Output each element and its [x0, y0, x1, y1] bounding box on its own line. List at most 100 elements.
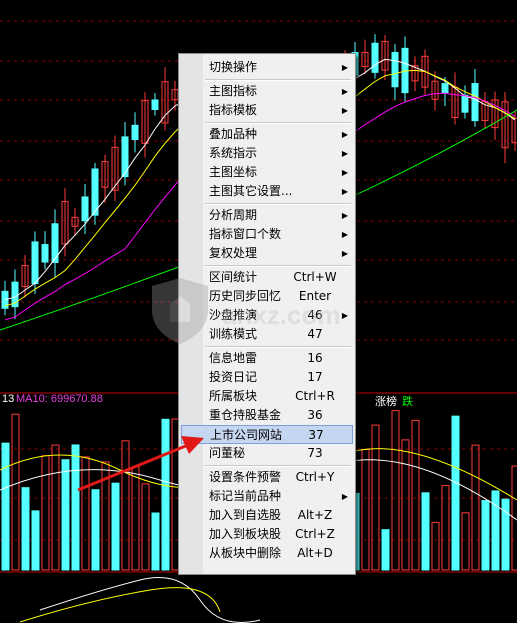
- menu-item[interactable]: 沙盘推演 46 ▶: [181, 306, 353, 325]
- menu-item[interactable]: 系统指示 ▶: [181, 144, 353, 163]
- menu-item-shortcut: Ctrl+R: [295, 389, 335, 403]
- menu-item[interactable]: 历史同步回忆 Enter: [181, 287, 353, 306]
- menu-item-shortcut: 73: [307, 446, 323, 460]
- rank-down-label: 跌: [402, 396, 413, 408]
- menu-item[interactable]: 指标模板 ▶: [181, 101, 353, 120]
- menu-item-label: 系统指示: [209, 146, 258, 160]
- volume-bar: [361, 449, 370, 571]
- menu-separator: [205, 122, 351, 124]
- menu-item[interactable]: 主图其它设置... ▶: [181, 182, 353, 201]
- indicator-lines: [19, 577, 261, 623]
- menu-item-label: 切换操作: [209, 60, 258, 74]
- menu-item[interactable]: 所属板块 Ctrl+R: [181, 387, 353, 406]
- menu-item[interactable]: 训练模式 47: [181, 325, 353, 344]
- submenu-arrow-icon: ▶: [341, 149, 348, 158]
- volume-bar: [471, 444, 480, 571]
- menu-item[interactable]: 复权处理 ▶: [181, 244, 353, 263]
- menu-item-shortcut: Ctrl+Y: [295, 470, 335, 484]
- menu-item[interactable]: 区间统计 Ctrl+W: [181, 268, 353, 287]
- menu-item[interactable]: 标记当前品种 ▶: [181, 487, 353, 506]
- submenu-arrow-icon: ▶: [341, 87, 348, 96]
- menu-item-label: 训练模式: [209, 327, 258, 341]
- menu-item-label: 指标窗口个数: [209, 227, 282, 241]
- candle-body: [471, 82, 479, 122]
- volume-bar: [141, 483, 150, 571]
- menu-item-shortcut: Alt+Z: [297, 508, 333, 522]
- menu-separator: [205, 79, 351, 81]
- menu-item-label: 区间统计: [209, 270, 258, 284]
- menu-item-shortcut: 47: [307, 327, 323, 341]
- menu-item-label: 信息地雷: [209, 351, 258, 365]
- volume-bar: [431, 521, 440, 571]
- volume-bar: [161, 418, 170, 571]
- menu-item-label: 所属板块: [209, 389, 258, 403]
- menu-item[interactable]: 从板块中删除 Alt+D: [181, 544, 353, 563]
- volume-bar: [61, 459, 70, 571]
- menu-separator: [205, 465, 351, 467]
- menu-item-shortcut: Ctrl+Z: [295, 527, 335, 541]
- menu-item-shortcut: 17: [307, 370, 323, 384]
- volume-bar: [91, 489, 100, 571]
- candle-body: [31, 241, 39, 284]
- menu-item[interactable]: 重仓持股基金 36: [181, 406, 353, 425]
- menu-item[interactable]: 主图指标 ▶: [181, 82, 353, 101]
- menu-item-label: 分析周期: [209, 208, 258, 222]
- menu-item[interactable]: 信息地雷 16: [181, 349, 353, 368]
- submenu-arrow-icon: ▶: [341, 492, 348, 501]
- menu-item-label: 标记当前品种: [209, 489, 282, 503]
- indicator-left-value: 13: [2, 393, 15, 405]
- volume-bar: [391, 410, 400, 571]
- volume-bar: [451, 415, 460, 571]
- menu-separator: [205, 265, 351, 267]
- candle-body: [151, 99, 159, 110]
- volume-bar: [131, 466, 140, 571]
- volume-bar: [21, 487, 30, 571]
- volume-bar: [151, 512, 160, 571]
- volume-bar: [411, 419, 420, 571]
- menu-item-label: 主图指标: [209, 84, 258, 98]
- indicator-line-2: [19, 587, 221, 623]
- menu-item[interactable]: 问董秘 73: [181, 444, 353, 463]
- menu-separator: [205, 346, 351, 348]
- submenu-arrow-icon: ▶: [341, 211, 348, 220]
- submenu-arrow-icon: ▶: [341, 230, 348, 239]
- menu-item-label: 加入到自选股: [209, 508, 282, 522]
- menu-item-shortcut: 36: [307, 408, 323, 422]
- menu-item[interactable]: 上市公司网站 37: [181, 425, 353, 444]
- submenu-arrow-icon: ▶: [341, 187, 348, 196]
- menu-item[interactable]: 加入到板块股 Ctrl+Z: [181, 525, 353, 544]
- volume-bar: [111, 482, 120, 571]
- menu-item-label: 从板块中删除: [209, 546, 282, 560]
- menu-item[interactable]: 叠加品种 ▶: [181, 125, 353, 144]
- volume-bar: [41, 455, 50, 571]
- menu-item[interactable]: 切换操作 ▶: [181, 58, 353, 77]
- candle-body: [81, 196, 89, 222]
- menu-item-label: 问董秘: [209, 446, 246, 460]
- menu-item-label: 复权处理: [209, 246, 258, 260]
- menu-item-shortcut: 37: [308, 428, 324, 442]
- menu-item[interactable]: 加入到自选股 Alt+Z: [181, 506, 353, 525]
- menu-item[interactable]: 分析周期 ▶: [181, 206, 353, 225]
- menu-item[interactable]: 指标窗口个数 ▶: [181, 225, 353, 244]
- indicator-line: [39, 577, 261, 623]
- menu-separator: [205, 203, 351, 205]
- volume-bar: [101, 461, 110, 571]
- volume-bar: [71, 444, 80, 571]
- candle-body: [371, 42, 379, 73]
- menu-item-label: 叠加品种: [209, 127, 258, 141]
- menu-item-shortcut: 46: [307, 308, 323, 322]
- menu-item-label: 加入到板块股: [209, 527, 282, 541]
- candle-body: [461, 94, 469, 113]
- volume-bar: [401, 439, 410, 571]
- ma10-readout: MA10: 699670.88: [16, 393, 103, 405]
- menu-item[interactable]: 主图坐标 ▶: [181, 163, 353, 182]
- menu-item-label: 设置条件预警: [209, 470, 282, 484]
- volume-bar: [461, 512, 470, 571]
- volume-bar: [481, 500, 490, 571]
- volume-bar: [121, 440, 130, 571]
- menu-item[interactable]: 投资日记 17: [181, 368, 353, 387]
- menu-item[interactable]: 设置条件预警 Ctrl+Y: [181, 468, 353, 487]
- menu-item-label: 主图其它设置...: [209, 184, 293, 198]
- submenu-arrow-icon: ▶: [341, 106, 348, 115]
- submenu-arrow-icon: ▶: [341, 130, 348, 139]
